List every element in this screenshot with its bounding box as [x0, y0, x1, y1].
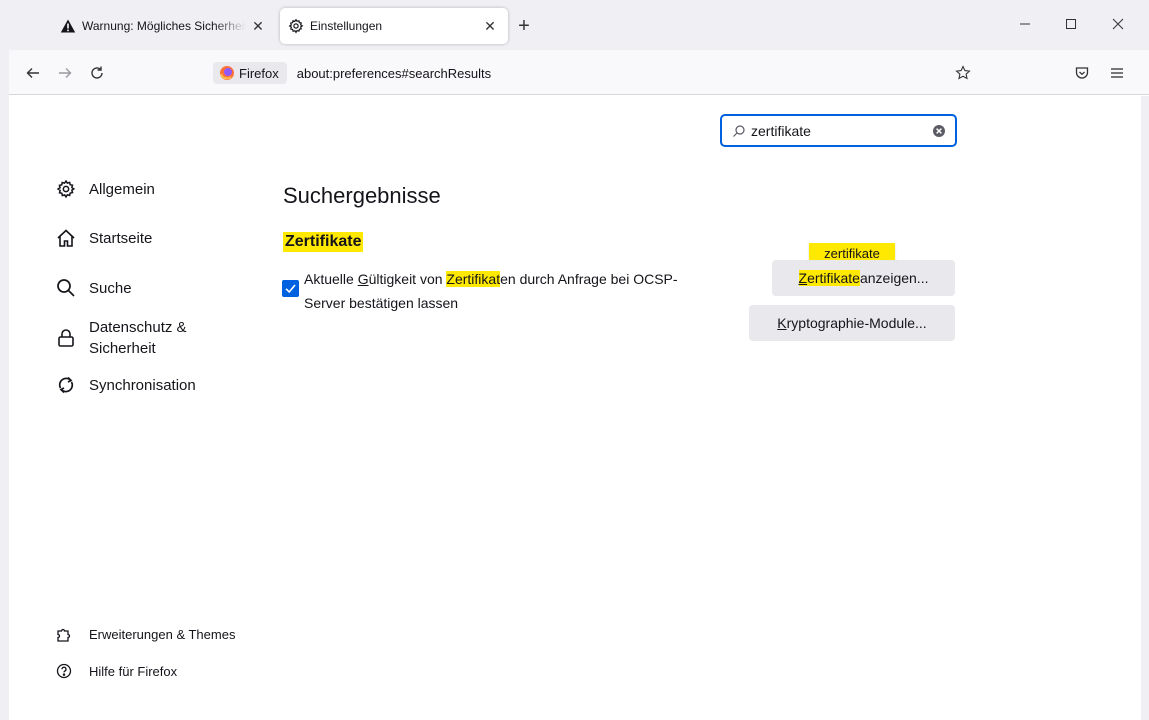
- search-value[interactable]: zertifikate: [751, 123, 932, 139]
- url-bar[interactable]: Firefox about:preferences#searchResults: [205, 57, 985, 89]
- tab-title: Warnung: Mögliches Sicherheitsrisiko erk…: [82, 19, 246, 33]
- sidebar-item-label: Erweiterungen & Themes: [89, 626, 236, 642]
- home-icon: [55, 227, 77, 249]
- page-title: Suchergebnisse: [283, 183, 441, 208]
- label-text: Aktuelle: [304, 271, 358, 287]
- identity-label: Firefox: [239, 65, 279, 81]
- close-tab-icon[interactable]: ✕: [478, 14, 502, 38]
- ocsp-checkbox[interactable]: [282, 280, 299, 297]
- maximize-icon[interactable]: [1057, 12, 1085, 36]
- button-label: ryptographie-Module...: [786, 315, 927, 331]
- url-text[interactable]: about:preferences#searchResults: [297, 66, 491, 81]
- search-highlight: Zertifikat: [446, 271, 501, 287]
- sidebar-item-label: Datenschutz & Sicherheit: [89, 317, 187, 359]
- identity-box[interactable]: Firefox: [213, 62, 287, 84]
- tab-settings[interactable]: Einstellungen ✕: [280, 8, 508, 44]
- label-text: Server bestätigen lassen: [304, 295, 459, 311]
- sidebar-item-home[interactable]: Startseite: [55, 227, 152, 249]
- puzzle-icon: [56, 626, 72, 642]
- lock-icon: [55, 327, 77, 349]
- label-text: ültigkeit von: [368, 271, 447, 287]
- ocsp-checkbox-label[interactable]: Aktuelle Gültigkeit von Zertifikaten dur…: [304, 267, 724, 315]
- sidebar-item-label: Allgemein: [89, 180, 155, 198]
- tab-warning[interactable]: Warnung: Mögliches Sicherheitsrisiko erk…: [50, 8, 276, 44]
- back-arrow-icon[interactable]: [20, 60, 46, 86]
- sidebar-item-label: Hilfe für Firefox: [89, 663, 178, 679]
- search-icon: [732, 124, 746, 138]
- access-key: Z: [798, 270, 808, 286]
- firefox-icon: [219, 65, 235, 81]
- section-title-certificates: Zertifikate: [283, 232, 364, 252]
- tab-title: Einstellungen: [310, 19, 383, 33]
- window-right-border: [1141, 96, 1149, 720]
- view-certificates-button[interactable]: Zertifikate anzeigen...: [772, 260, 955, 296]
- label-text: en durch Anfrage bei OCSP-: [500, 271, 678, 287]
- button-label: anzeigen...: [859, 270, 929, 286]
- pocket-icon[interactable]: [1069, 60, 1095, 86]
- warning-icon: [60, 18, 76, 34]
- button-label: ertifikate: [807, 270, 860, 286]
- sidebar-item-addons[interactable]: Erweiterungen & Themes: [56, 626, 235, 642]
- sync-icon: [55, 374, 77, 396]
- gear-icon: [288, 18, 304, 34]
- close-tab-icon[interactable]: ✕: [246, 14, 270, 38]
- plus-icon[interactable]: +: [512, 14, 536, 38]
- gear-icon: [55, 178, 77, 200]
- sidebar-item-sync[interactable]: Synchronisation: [55, 374, 196, 396]
- navigation-toolbar: Firefox about:preferences#searchResults: [0, 50, 1149, 95]
- access-key: G: [357, 271, 369, 287]
- sidebar-item-label: Suche: [89, 279, 132, 297]
- sidebar-item-label-line2: Sicherheit: [89, 340, 156, 357]
- sidebar-item-label: Synchronisation: [89, 376, 196, 394]
- search-highlight: Zertifikate: [798, 270, 860, 286]
- sidebar-item-help[interactable]: Hilfe für Firefox: [56, 663, 177, 679]
- preferences-search-input[interactable]: zertifikate: [720, 114, 957, 147]
- checkmark-icon: [285, 284, 296, 294]
- menu-icon[interactable]: [1104, 60, 1130, 86]
- minimize-icon[interactable]: [1011, 12, 1039, 36]
- close-icon[interactable]: [1104, 12, 1132, 36]
- reload-icon[interactable]: [84, 60, 110, 86]
- bookmark-star-icon[interactable]: [951, 61, 975, 85]
- clear-search-icon[interactable]: [932, 124, 946, 138]
- search-icon: [55, 277, 77, 299]
- sidebar-item-label-line1: Datenschutz &: [89, 319, 187, 336]
- security-devices-button[interactable]: Kryptographie-Module...: [749, 305, 955, 341]
- sidebar-item-label: Startseite: [89, 229, 153, 247]
- sidebar-item-search[interactable]: Suche: [55, 277, 132, 299]
- sidebar-item-privacy[interactable]: Datenschutz & Sicherheit: [55, 317, 187, 359]
- sidebar-item-general[interactable]: Allgemein: [55, 178, 155, 200]
- forward-arrow-icon[interactable]: [52, 60, 78, 86]
- window-left-border: [0, 0, 9, 720]
- help-icon: [56, 663, 72, 679]
- access-key: K: [777, 315, 787, 331]
- tab-strip: Warnung: Mögliches Sicherheitsrisiko erk…: [0, 0, 1149, 50]
